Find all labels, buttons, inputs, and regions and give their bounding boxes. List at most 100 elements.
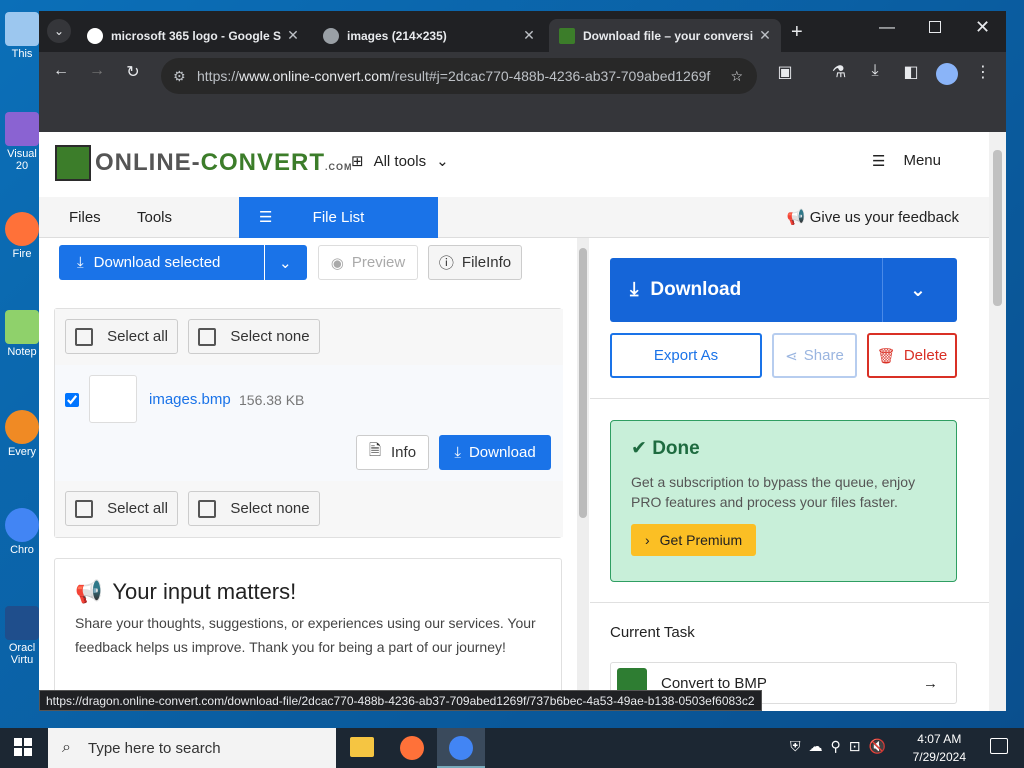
done-alert: ✔ Done Get a subscription to bypass the … xyxy=(610,420,957,582)
fileinfo-button[interactable]: ⓘ FileInfo xyxy=(428,245,522,280)
eye-icon: ◉ xyxy=(330,254,344,272)
tab-google-search[interactable]: microsoft 365 logo - Google S ✕ xyxy=(77,19,309,52)
share-button[interactable]: ⋖ Share xyxy=(772,333,857,378)
megaphone-icon: 📢 xyxy=(786,209,806,226)
firefox-taskbar-icon[interactable] xyxy=(400,736,424,760)
chevron-down-icon[interactable]: ⌄ xyxy=(910,279,926,302)
desktop-icon-visual-studio[interactable]: Visual 20 xyxy=(2,112,42,172)
file-explorer-icon[interactable] xyxy=(350,737,374,757)
input-matters-title: Your input matters! xyxy=(112,579,297,604)
input-matters-card: 📢 Your input matters! Share your thought… xyxy=(54,558,562,711)
page-scrollbar[interactable] xyxy=(989,132,1006,711)
desktop-icon-chrome[interactable]: Chro xyxy=(2,508,42,556)
site-settings-icon[interactable]: ⚙ xyxy=(173,68,186,85)
side-panel-icon[interactable]: ◧ xyxy=(897,62,925,82)
info-icon: ⓘ xyxy=(438,255,454,272)
select-all-button[interactable]: Select all xyxy=(65,491,178,526)
site-logo[interactable]: ONLINE-CONVERT.COM xyxy=(55,145,353,181)
preview-button[interactable]: ◉ Preview xyxy=(318,245,418,280)
select-row-bottom: Select all Select none xyxy=(55,481,563,537)
chrome-icon xyxy=(5,508,39,542)
notepad-icon xyxy=(5,310,39,344)
desktop-icon-notepad[interactable]: Notep xyxy=(2,310,42,358)
system-tray-icons[interactable]: ⛨☁⚲⊡🔇 xyxy=(790,738,894,755)
left-panel-scrollbar[interactable] xyxy=(577,238,589,711)
close-tab-icon[interactable]: ✕ xyxy=(283,27,303,44)
minimize-button[interactable]: — xyxy=(879,19,895,37)
browser-toolbar: ← → ↻ ⚙ https://www.online-convert.com/r… xyxy=(39,52,1006,132)
download-selected-button[interactable]: ⤓ Download selected ⌄ xyxy=(59,245,307,280)
export-as-button[interactable]: Export As xyxy=(610,333,762,378)
done-text: Get a subscription to bypass the queue, … xyxy=(631,474,916,510)
clock[interactable]: 4:07 AM 7/29/2024 xyxy=(913,730,966,766)
forward-icon[interactable]: → xyxy=(83,62,111,80)
tab-tools[interactable]: Tools xyxy=(137,197,172,238)
bookmark-star-icon[interactable]: ☆ xyxy=(730,68,743,85)
megaphone-icon: 📢 xyxy=(75,579,103,604)
download-panel: ⤓ Download ⌄ Export As ⋖ Share 🗑 Delete ✔ … xyxy=(590,238,989,711)
info-button[interactable]: 🗎 Info xyxy=(356,435,429,470)
main-download-button[interactable]: ⤓ Download ⌄ xyxy=(610,258,957,322)
taskbar: ⌕ Type here to search ⛨☁⚲⊡🔇 4:07 AM 7/29… xyxy=(0,728,1024,768)
current-task-heading: Current Task xyxy=(610,624,695,641)
notifications-icon[interactable] xyxy=(990,738,1008,754)
chrome-icon xyxy=(449,736,473,760)
extensions-icon[interactable]: ▣ xyxy=(771,62,799,82)
sub-navigation: Files Tools ☰ File List 📢 Give us your f… xyxy=(39,197,989,238)
start-button[interactable] xyxy=(14,738,32,756)
downloads-icon[interactable]: ⤓ xyxy=(861,62,889,80)
desktop-icon-everything[interactable]: Every xyxy=(2,410,42,458)
close-tab-icon[interactable]: ✕ xyxy=(755,27,775,44)
desktop-icon-virtualbox[interactable]: Oracl Virtu xyxy=(2,606,42,666)
virtualbox-icon xyxy=(5,606,39,640)
select-row-top: Select all Select none xyxy=(55,309,563,365)
new-tab-button[interactable]: + xyxy=(791,21,803,44)
desktop-icon-this-pc[interactable]: This xyxy=(2,12,42,60)
menu-button[interactable]: ☰ Menu xyxy=(872,152,941,170)
chrome-taskbar-button[interactable] xyxy=(437,728,485,768)
address-bar[interactable]: ⚙ https://www.online-convert.com/result#… xyxy=(161,58,757,94)
tab-search-button[interactable]: ⌄ xyxy=(47,19,71,43)
select-none-button[interactable]: Select none xyxy=(188,491,320,526)
more-menu-icon[interactable]: ⋮ xyxy=(969,62,997,82)
web-page: ONLINE-CONVERT.COM ⊞ All tools ⌄ ☰ Menu … xyxy=(39,132,989,711)
tab-images[interactable]: images (214×235) ✕ xyxy=(313,19,545,52)
delete-button[interactable]: 🗑 Delete xyxy=(867,333,957,378)
tab-download-file[interactable]: Download file – your conversi ✕ xyxy=(549,19,781,52)
empty-box-icon xyxy=(198,499,217,518)
file-checkbox[interactable] xyxy=(65,393,79,407)
close-window-button[interactable]: ✕ xyxy=(975,17,990,38)
select-all-button[interactable]: Select all xyxy=(65,319,178,354)
chevron-down-icon[interactable]: ⌄ xyxy=(279,254,292,272)
file-download-button[interactable]: ⤓ Download xyxy=(439,435,551,470)
google-icon xyxy=(87,27,103,44)
check-icon: ✔ xyxy=(631,438,647,459)
back-icon[interactable]: ← xyxy=(47,62,75,80)
file-name[interactable]: images.bmp xyxy=(149,391,231,408)
profile-avatar-icon[interactable] xyxy=(936,63,958,85)
download-icon: ⤓ xyxy=(454,444,461,461)
share-icon: ⋖ xyxy=(785,347,798,365)
browser-window: ⌄ microsoft 365 logo - Google S ✕ images… xyxy=(39,11,1006,711)
trash-icon: 🗑 xyxy=(876,347,896,365)
firefox-icon xyxy=(5,212,39,246)
empty-box-icon xyxy=(198,327,217,346)
get-premium-button[interactable]: › Get Premium xyxy=(631,524,757,556)
tab-files[interactable]: Files xyxy=(69,197,101,238)
globe-icon xyxy=(323,27,339,44)
reload-icon[interactable]: ↻ xyxy=(119,62,147,82)
select-none-button[interactable]: Select none xyxy=(188,319,320,354)
close-tab-icon[interactable]: ✕ xyxy=(519,27,539,44)
list-icon: ☰ xyxy=(259,209,273,226)
chevron-right-icon: › xyxy=(645,532,650,548)
file-row: images.bmp 156.38 KB 🗎 Info ⤓ Download xyxy=(55,365,563,481)
checked-box-icon xyxy=(75,327,94,346)
taskbar-search[interactable]: ⌕ Type here to search xyxy=(48,728,336,768)
labs-flask-icon[interactable]: ⚗ xyxy=(825,62,853,82)
tab-file-list[interactable]: ☰ File List xyxy=(239,197,438,238)
arrow-right-icon: → xyxy=(923,674,938,692)
maximize-button[interactable] xyxy=(929,21,941,33)
feedback-link[interactable]: 📢 Give us your feedback xyxy=(787,197,959,238)
all-tools-dropdown[interactable]: ⊞ All tools ⌄ xyxy=(351,152,449,171)
desktop-icon-firefox[interactable]: Fire xyxy=(2,212,42,260)
